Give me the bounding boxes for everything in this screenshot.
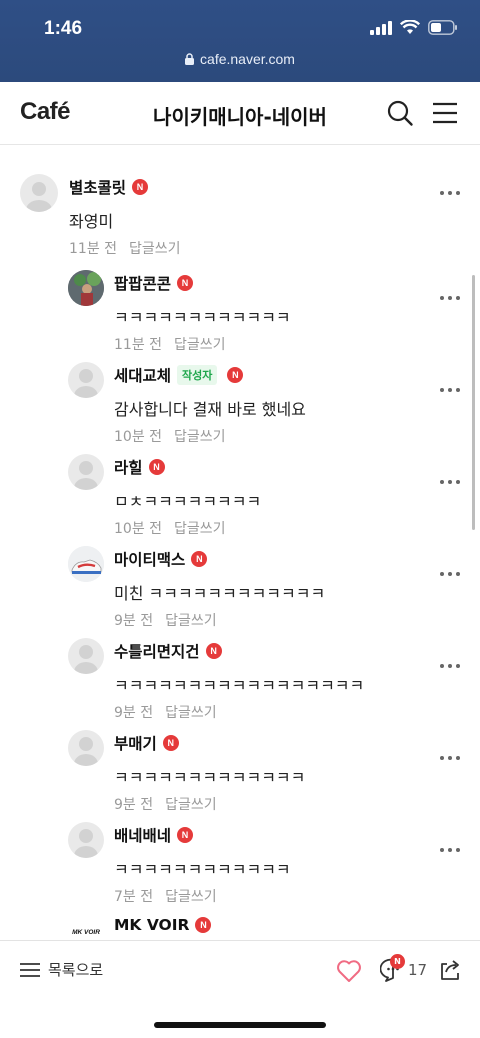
avatar[interactable] bbox=[68, 270, 104, 306]
naver-badge-icon: N bbox=[177, 827, 194, 843]
naver-badge-icon: N bbox=[195, 917, 212, 933]
naver-badge-icon: N bbox=[191, 551, 208, 567]
reply-button[interactable]: 답글쓰기 bbox=[174, 521, 226, 537]
naver-badge-icon: N bbox=[205, 643, 222, 659]
url-bar[interactable]: cafe.naver.com bbox=[0, 51, 480, 67]
default-avatar-icon bbox=[26, 182, 52, 212]
lock-icon bbox=[185, 53, 195, 65]
comment-time: 10분 전 bbox=[114, 521, 163, 537]
url-text: cafe.naver.com bbox=[200, 51, 295, 67]
more-options-icon[interactable] bbox=[440, 293, 462, 303]
avatar[interactable] bbox=[68, 638, 104, 674]
sneaker-photo-icon bbox=[68, 546, 104, 582]
more-options-icon[interactable] bbox=[440, 569, 462, 579]
default-avatar-icon bbox=[74, 737, 98, 766]
avatar[interactable] bbox=[68, 730, 104, 766]
share-icon[interactable] bbox=[438, 957, 462, 981]
mk-voir-logo: MK VOIR bbox=[72, 928, 100, 936]
list-icon bbox=[20, 962, 40, 977]
reply-button[interactable]: 답글쓰기 bbox=[174, 337, 226, 353]
comment-text: ㅋㅋㅋㅋㅋㅋㅋㅋㅋㅋㅋㅋㅋㅋㅋㅋㅋ bbox=[114, 676, 365, 695]
profile-photo-icon bbox=[68, 270, 104, 306]
avatar[interactable] bbox=[20, 174, 58, 212]
reply-button[interactable]: 답글쓰기 bbox=[174, 429, 226, 445]
reply-button[interactable]: 답글쓰기 bbox=[165, 797, 217, 813]
comment-author[interactable]: 세대교체 bbox=[114, 364, 171, 386]
reply-button[interactable]: 답글쓰기 bbox=[165, 889, 217, 905]
avatar[interactable] bbox=[68, 362, 104, 398]
heart-icon[interactable] bbox=[336, 959, 362, 983]
naver-badge-icon: N bbox=[148, 459, 165, 475]
comment-author[interactable]: 수틀리면지건 bbox=[114, 640, 200, 662]
default-avatar-icon bbox=[74, 829, 98, 858]
status-time: 1:46 bbox=[44, 18, 83, 39]
author-tag: 작성자 bbox=[177, 365, 218, 385]
naver-badge-icon: N bbox=[162, 735, 179, 751]
reply-button[interactable]: 답글쓰기 bbox=[129, 241, 181, 257]
default-avatar-icon bbox=[74, 369, 98, 398]
comment-count: 17 bbox=[408, 961, 428, 979]
comment-author[interactable]: 부매기 bbox=[114, 732, 157, 754]
more-options-icon[interactable] bbox=[440, 477, 462, 487]
search-icon[interactable] bbox=[386, 99, 414, 127]
back-to-list-label: 목록으로 bbox=[48, 961, 104, 979]
comment-text: 미친 ㅋㅋㅋㅋㅋㅋㅋㅋㅋㅋㅋㅋ bbox=[114, 584, 326, 603]
status-icons bbox=[370, 20, 458, 35]
comment-author[interactable]: MK VOIR bbox=[114, 916, 189, 934]
back-to-list-button[interactable]: 목록으로 bbox=[20, 959, 103, 980]
default-avatar-icon bbox=[74, 461, 98, 490]
more-options-icon[interactable] bbox=[440, 661, 462, 671]
comment-author[interactable]: 마이티맥스 bbox=[114, 548, 185, 570]
naver-badge-icon: N bbox=[177, 275, 194, 291]
more-options-icon[interactable] bbox=[440, 845, 462, 855]
comment-text: ㅁㅊㅋㅋㅋㅋㅋㅋㅋㅋ bbox=[114, 492, 262, 511]
bottom-action-bar: 목록으로 N 17 bbox=[0, 940, 480, 1000]
signal-icon bbox=[370, 20, 392, 35]
comment-text: ㅋㅋㅋㅋㅋㅋㅋㅋㅋㅋㅋㅋㅋ bbox=[114, 768, 306, 787]
more-options-icon[interactable] bbox=[440, 385, 462, 395]
reply-button[interactable]: 답글쓰기 bbox=[165, 613, 217, 629]
menu-icon[interactable] bbox=[432, 101, 458, 125]
comment-time: 9분 전 bbox=[114, 797, 154, 813]
comment-author[interactable]: 팝팝콘콘 bbox=[114, 272, 171, 294]
comment-time: 11분 전 bbox=[114, 337, 163, 353]
wifi-icon bbox=[400, 20, 420, 34]
comment-time: 10분 전 bbox=[114, 429, 163, 445]
comment-text: 좌영미 bbox=[69, 212, 114, 231]
avatar[interactable] bbox=[68, 454, 104, 490]
comment-time: 11분 전 bbox=[69, 241, 118, 257]
home-indicator[interactable] bbox=[154, 1022, 326, 1028]
comment-text: ㅋㅋㅋㅋㅋㅋㅋㅋㅋㅋㅋㅋ bbox=[114, 860, 291, 879]
avatar[interactable]: MK VOIR bbox=[68, 914, 104, 940]
default-avatar-icon bbox=[74, 645, 98, 674]
avatar[interactable] bbox=[68, 822, 104, 858]
avatar[interactable] bbox=[68, 546, 104, 582]
comment-author[interactable]: 라힐 bbox=[114, 456, 143, 478]
more-options-icon[interactable] bbox=[440, 753, 462, 763]
naver-badge-icon: N bbox=[227, 367, 244, 383]
status-bar: 1:46 cafe.naver.com bbox=[0, 0, 480, 82]
comment-time: 9분 전 bbox=[114, 705, 154, 721]
app-header: Café 나이키매니아-네이버 bbox=[0, 82, 480, 145]
comment-time: 9분 전 bbox=[114, 613, 154, 629]
reply-button[interactable]: 답글쓰기 bbox=[165, 705, 217, 721]
battery-icon bbox=[428, 20, 457, 35]
comment-author[interactable]: 배네배네 bbox=[114, 824, 171, 846]
comment-time: 7분 전 bbox=[114, 889, 154, 905]
comment-text: ㅋㅋㅋㅋㅋㅋㅋㅋㅋㅋㅋㅋ bbox=[114, 308, 291, 327]
comment-text: 감사합니다 결재 바로 했네요 bbox=[114, 400, 306, 419]
scrollbar-thumb[interactable] bbox=[472, 275, 475, 530]
comment-author[interactable]: 별초콜릿 bbox=[69, 176, 126, 198]
naver-badge-icon: N bbox=[132, 179, 149, 195]
comment-list: 별초콜릿 N 좌영미 11분 전 답글쓰기 팝팝콘콘 N ㅋㅋㅋㅋㅋㅋㅋㅋㅋㅋㅋㅋ… bbox=[0, 146, 480, 940]
more-options-icon[interactable] bbox=[440, 188, 462, 198]
new-comment-badge: N bbox=[390, 954, 405, 969]
